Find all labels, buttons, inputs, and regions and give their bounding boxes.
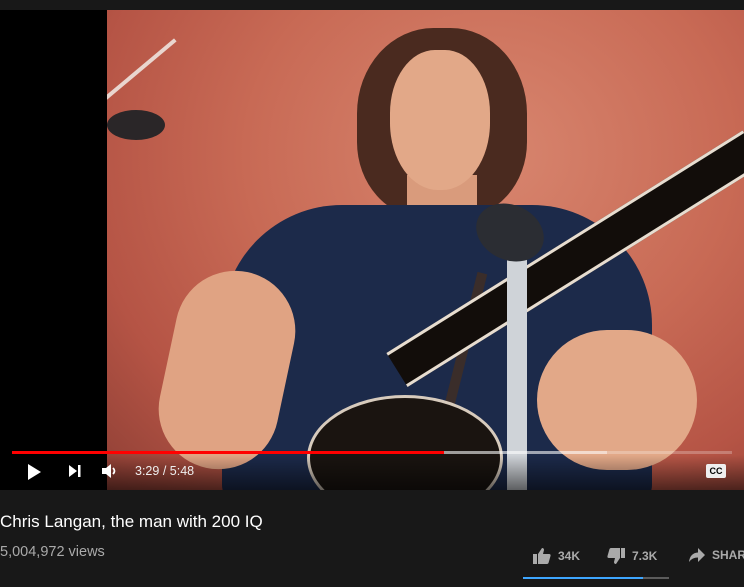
thumbs-up-icon <box>533 548 551 564</box>
performer-face <box>390 50 490 190</box>
progress-played <box>12 451 444 454</box>
dislike-count: 7.3K <box>632 549 658 563</box>
volume-icon[interactable] <box>101 463 119 484</box>
progress-bar[interactable] <box>12 451 732 454</box>
video-frame[interactable] <box>107 10 744 490</box>
sentiment-like-fill <box>523 577 643 579</box>
share-label: SHARE <box>712 548 744 562</box>
like-button[interactable]: 34K <box>532 547 580 565</box>
background-mic-arm <box>107 38 177 106</box>
share-icon <box>689 548 705 562</box>
time-display: 3:29 / 5:48 <box>135 464 194 478</box>
duration: 5:48 <box>169 464 195 478</box>
play-icon[interactable] <box>26 463 42 486</box>
mic-stand <box>507 250 527 490</box>
sentiment-bar <box>523 577 669 579</box>
dislike-button[interactable]: 7.3K <box>606 547 657 565</box>
background-mic <box>107 110 165 140</box>
time-separator: / <box>159 464 170 478</box>
thumbs-down-icon <box>607 548 625 564</box>
captions-icon[interactable]: CC <box>706 464 726 478</box>
like-count: 34K <box>558 549 581 563</box>
video-title: Chris Langan, the man with 200 IQ <box>0 512 263 531</box>
share-button[interactable]: SHARE <box>688 547 744 563</box>
player-controls: 3:29 / 5:48 CC <box>0 455 744 490</box>
performer-hand <box>537 330 697 470</box>
video-player[interactable]: 3:29 / 5:48 CC <box>0 10 744 490</box>
current-time: 3:29 <box>135 464 160 478</box>
next-icon[interactable] <box>68 463 82 484</box>
view-count: 5,004,972 views <box>0 544 105 560</box>
